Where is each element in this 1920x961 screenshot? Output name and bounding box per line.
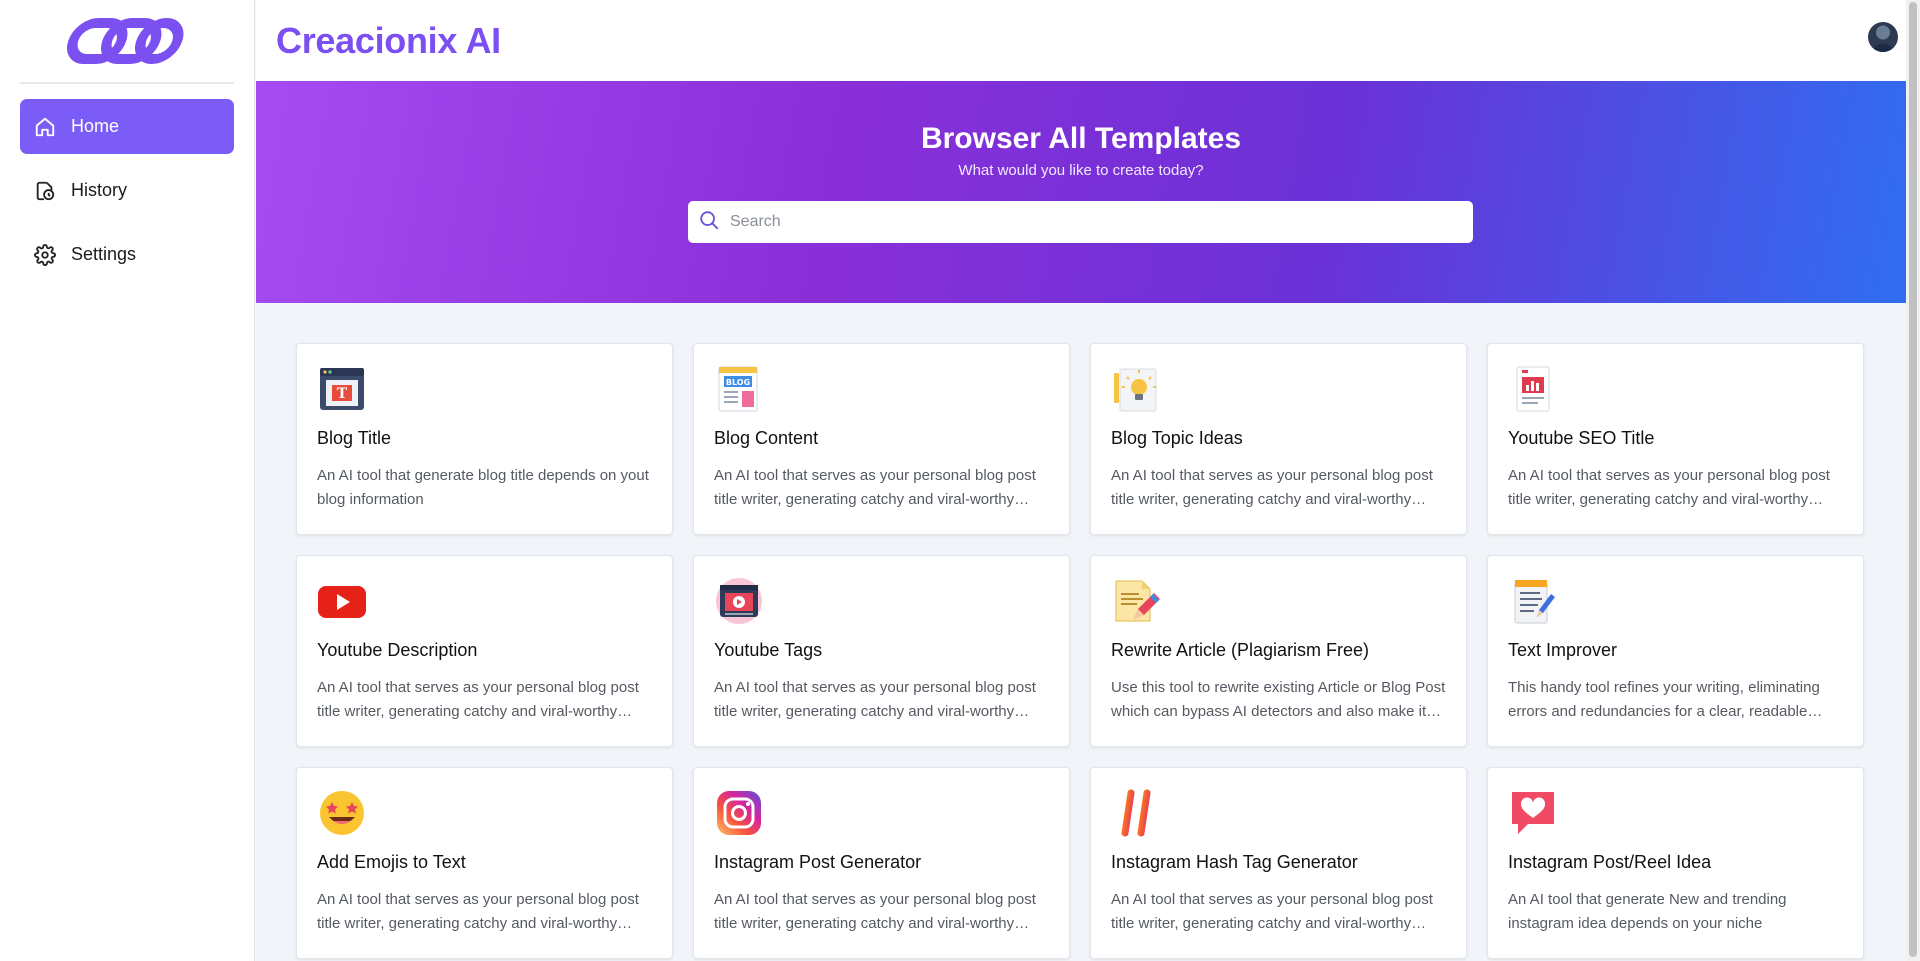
sidebar-item-history[interactable]: History [20,163,234,218]
template-title: Instagram Post/Reel Idea [1508,852,1712,872]
sidebar-item-label: Settings [71,244,137,264]
template-card-youtube-description[interactable]: Youtube Description An AI tool that serv… [296,555,673,747]
template-card-text-improver[interactable]: Text Improver This handy tool refines yo… [1487,555,1864,747]
home-icon [33,115,57,139]
template-description: An AI tool that serves as your personal … [1111,467,1433,508]
sidebar-item-label: Home [71,116,120,136]
template-title: Youtube Description [317,640,478,660]
template-description: An AI tool that serves as your personal … [1508,467,1830,508]
search-icon [698,209,720,236]
avatar[interactable] [1868,22,1898,52]
logo-icon [67,18,184,64]
instagram-icon [714,788,764,838]
template-description: An AI tool that serves as your personal … [714,679,1036,720]
hero-banner: Browser All Templates What would you lik… [256,81,1906,303]
svg-text:BLOG: BLOG [726,378,750,387]
sidebar-nav: Home History Settings [0,84,254,306]
template-description: An AI tool that serves as your personal … [714,467,1036,508]
template-title: Instagram Post Generator [714,852,922,872]
template-title: Text Improver [1508,640,1618,660]
template-card-blog-content[interactable]: BLOG Blog Content An AI tool that serves… [693,343,1070,535]
page-subtitle: What would you like to create today? [958,162,1204,179]
svg-text:T: T [337,386,348,402]
template-description: An AI tool that generate blog title depe… [317,467,649,508]
template-card-blog-topic-ideas[interactable]: Blog Topic Ideas An AI tool that serves … [1090,343,1467,535]
hashtag-icon [1111,788,1161,838]
template-title: Youtube SEO Title [1508,428,1655,448]
template-title: Blog Topic Ideas [1111,428,1243,448]
top-header: Creacionix AI [256,0,1906,81]
sidebar-item-home[interactable]: Home [20,99,234,154]
template-title: Rewrite Article (Plagiarism Free) [1111,640,1370,660]
template-card-rewrite-article[interactable]: Rewrite Article (Plagiarism Free) Use th… [1090,555,1467,747]
template-title: Youtube Tags [714,640,823,660]
notepad-pencil-icon [1508,576,1558,626]
sidebar-item-settings[interactable]: Settings [20,227,234,282]
page-title: Browser All Templates [920,122,1242,155]
app-title: Creacionix AI [276,19,501,61]
template-description: An AI tool that serves as your personal … [317,679,639,720]
lightbulb-icon [1111,364,1161,414]
search-input[interactable] [730,213,1450,231]
scrollbar-thumb[interactable] [1909,2,1917,957]
template-title: Blog Content [714,428,819,448]
sidebar-item-label: History [71,180,128,200]
template-card-youtube-tags[interactable]: Youtube Tags An AI tool that serves as y… [693,555,1070,747]
blog-title-icon: T [317,364,367,414]
template-card-instagram-post[interactable]: Instagram Post Generator An AI tool that… [693,767,1070,959]
star-eyes-emoji-icon [317,788,367,838]
template-grid: T Blog Title An AI tool that generate bl… [296,343,1866,959]
gear-icon [33,243,57,267]
template-title: Instagram Hash Tag Generator [1111,852,1358,872]
template-card-add-emojis[interactable]: Add Emojis to Text An AI tool that serve… [296,767,673,959]
template-title: Add Emojis to Text [317,852,466,872]
template-title: Blog Title [317,428,392,448]
logo[interactable] [20,0,234,84]
page-scrollbar[interactable] [1906,0,1920,961]
sidebar: Home History Settings [0,0,255,961]
history-icon [33,179,57,203]
seo-report-icon [1508,364,1558,414]
template-card-instagram-reel-idea[interactable]: Instagram Post/Reel Idea An AI tool that… [1487,767,1864,959]
template-card-blog-title[interactable]: T Blog Title An AI tool that generate bl… [296,343,673,535]
pencil-document-icon [1111,576,1161,626]
template-description: An AI tool that serves as your personal … [714,891,1036,932]
template-card-instagram-hashtag[interactable]: Instagram Hash Tag Generator An AI tool … [1090,767,1467,959]
heart-chat-icon [1508,788,1558,838]
video-tags-icon [714,576,764,626]
youtube-icon [317,576,367,626]
blog-content-icon: BLOG [714,364,764,414]
template-description: An AI tool that serves as your personal … [1111,891,1433,932]
search-bar [688,201,1473,243]
template-description: An AI tool that generate New and trendin… [1508,891,1787,932]
template-description: An AI tool that serves as your personal … [317,891,639,932]
template-card-youtube-seo-title[interactable]: Youtube SEO Title An AI tool that serves… [1487,343,1864,535]
template-description: Use this tool to rewrite existing Articl… [1111,679,1446,720]
template-description: This handy tool refines your writing, el… [1508,679,1820,720]
